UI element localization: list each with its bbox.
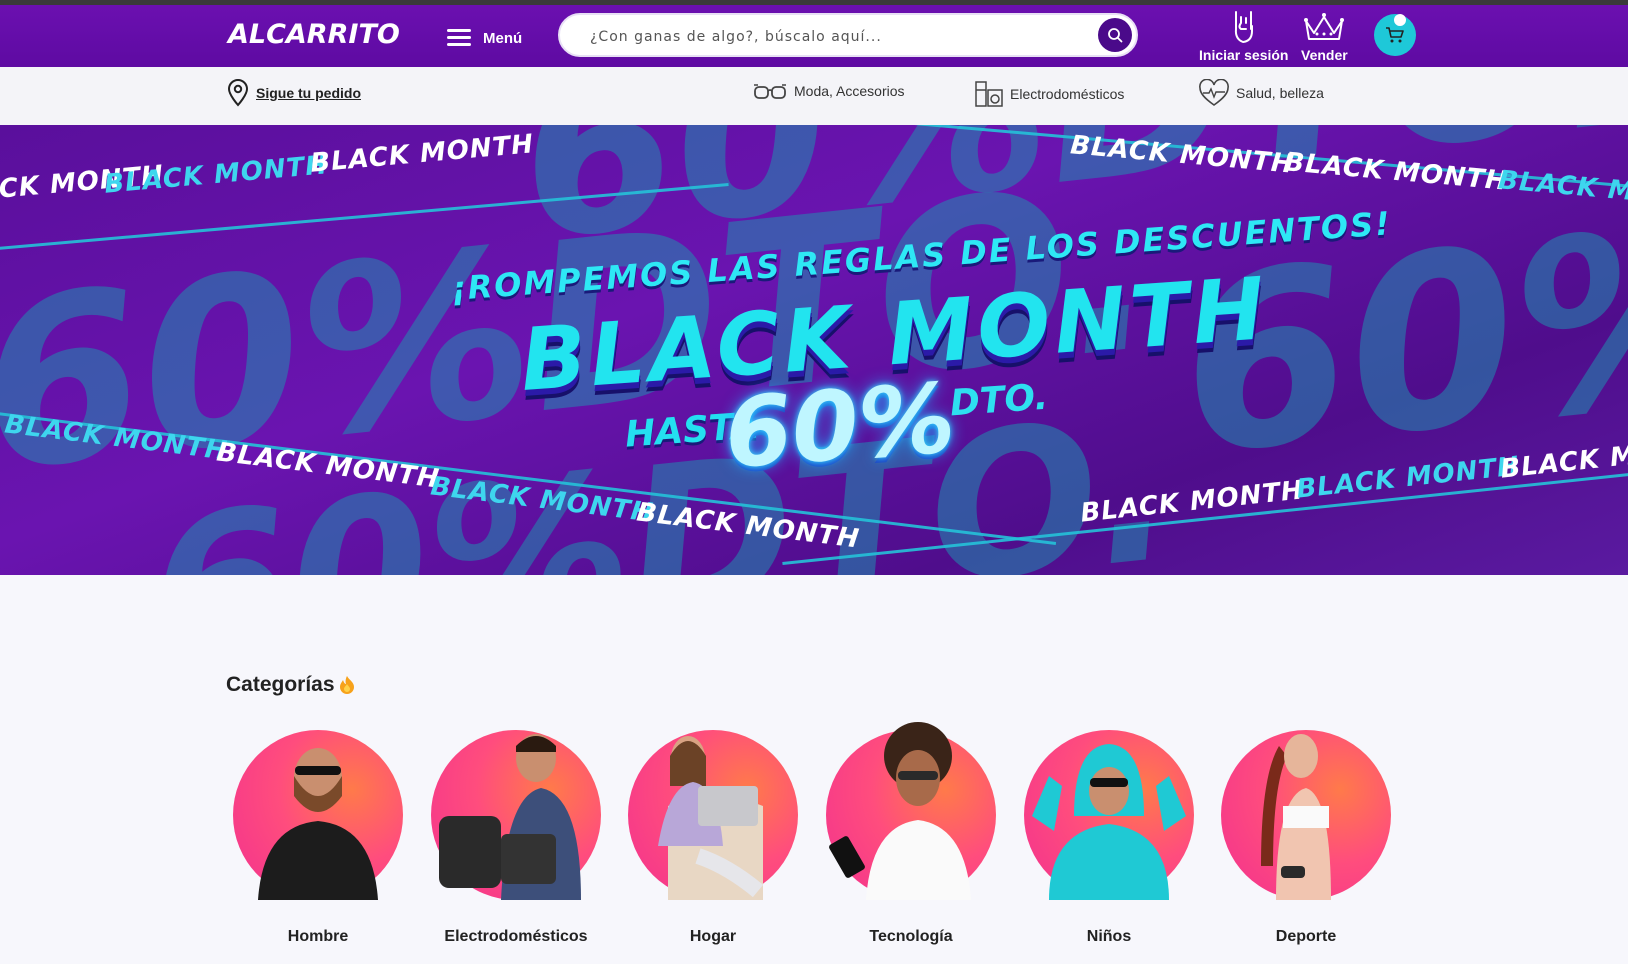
category-card-hogar[interactable]: Hogar: [628, 730, 798, 946]
category-image: [431, 730, 601, 900]
person-illustration: [1261, 734, 1331, 900]
category-image: [1024, 730, 1194, 900]
nav-category-label: Electrodomésticos: [1010, 86, 1125, 102]
location-pin-icon: [227, 79, 249, 107]
banner-repeat-text: BLACK MONTH: [103, 150, 330, 200]
category-label: Electrodomésticos: [444, 928, 588, 945]
category-card-electrodomesticos[interactable]: Electrodomésticos: [431, 730, 601, 946]
sell-label: Vender: [1301, 47, 1348, 63]
person-illustration: [658, 736, 764, 900]
banner-dto: DTO.: [948, 376, 1050, 425]
category-card-hombre[interactable]: Hombre: [233, 730, 403, 946]
login-label: Iniciar sesión: [1199, 47, 1289, 63]
category-label: Hogar: [689, 928, 737, 945]
search-bar: [558, 13, 1138, 57]
glasses-icon: [754, 84, 786, 99]
nav-category-label: Salud, belleza: [1236, 85, 1324, 101]
person-illustration: [439, 734, 581, 900]
nav-category-moda[interactable]: Moda, Accesorios: [752, 79, 905, 103]
site-logo[interactable]: ALCARRITO: [228, 19, 400, 50]
login-button[interactable]: Iniciar sesión: [1199, 9, 1288, 63]
category-label: Tecnología: [869, 928, 953, 945]
categories-heading: Categorías: [226, 673, 356, 697]
site-header: ALCARRITO Menú Iniciar sesión Vender: [0, 5, 1628, 67]
fire-icon: [339, 676, 354, 694]
category-image: [826, 722, 996, 900]
menu-button[interactable]: Menú: [447, 25, 522, 51]
cart-badge: [1394, 14, 1406, 26]
category-card-deporte[interactable]: Deporte: [1221, 730, 1391, 946]
secondary-nav: Sigue tu pedido Moda, Accesorios Electro…: [0, 67, 1628, 126]
nav-category-electrodomesticos[interactable]: Electrodomésticos: [974, 79, 1124, 109]
category-image: [233, 730, 403, 900]
category-label: Deporte: [1275, 928, 1337, 945]
category-label: Hombre: [287, 928, 349, 945]
cart-icon: [1386, 27, 1404, 43]
person-illustration: [258, 748, 378, 900]
search-icon: [1108, 28, 1123, 43]
rock-hand-icon: [1234, 11, 1253, 43]
promo-banner[interactable]: 60%DTO. 60%DTO. 60%DTO. 60%DTO. BLACK MO…: [0, 125, 1628, 575]
person-illustration: [829, 722, 971, 900]
banner-repeat-text: BLACK MONTH: [309, 129, 536, 179]
nav-category-salud[interactable]: Salud, belleza: [1198, 79, 1324, 107]
category-card-ninos[interactable]: Niños: [1024, 730, 1194, 946]
banner-percent: 60%: [721, 362, 959, 490]
menu-icon: [447, 28, 471, 48]
category-card-tecnologia[interactable]: Tecnología: [826, 722, 996, 946]
appliance-icon: [975, 81, 1003, 107]
person-illustration: [1032, 744, 1186, 900]
category-image: [628, 730, 798, 900]
track-order-label: Sigue tu pedido: [256, 85, 361, 101]
track-order-link[interactable]: Sigue tu pedido: [226, 79, 361, 107]
search-button[interactable]: [1098, 18, 1132, 52]
search-input[interactable]: [588, 23, 1072, 51]
menu-label: Menú: [483, 29, 523, 47]
crown-icon: [1304, 13, 1345, 40]
heart-pulse-icon: [1199, 79, 1229, 106]
categories-title: Categorías: [226, 673, 335, 696]
nav-category-label: Moda, Accesorios: [794, 83, 905, 99]
category-image: [1221, 730, 1391, 900]
sell-button[interactable]: Vender: [1301, 9, 1348, 63]
cart-button[interactable]: [1374, 14, 1416, 56]
category-label: Niños: [1086, 928, 1132, 945]
